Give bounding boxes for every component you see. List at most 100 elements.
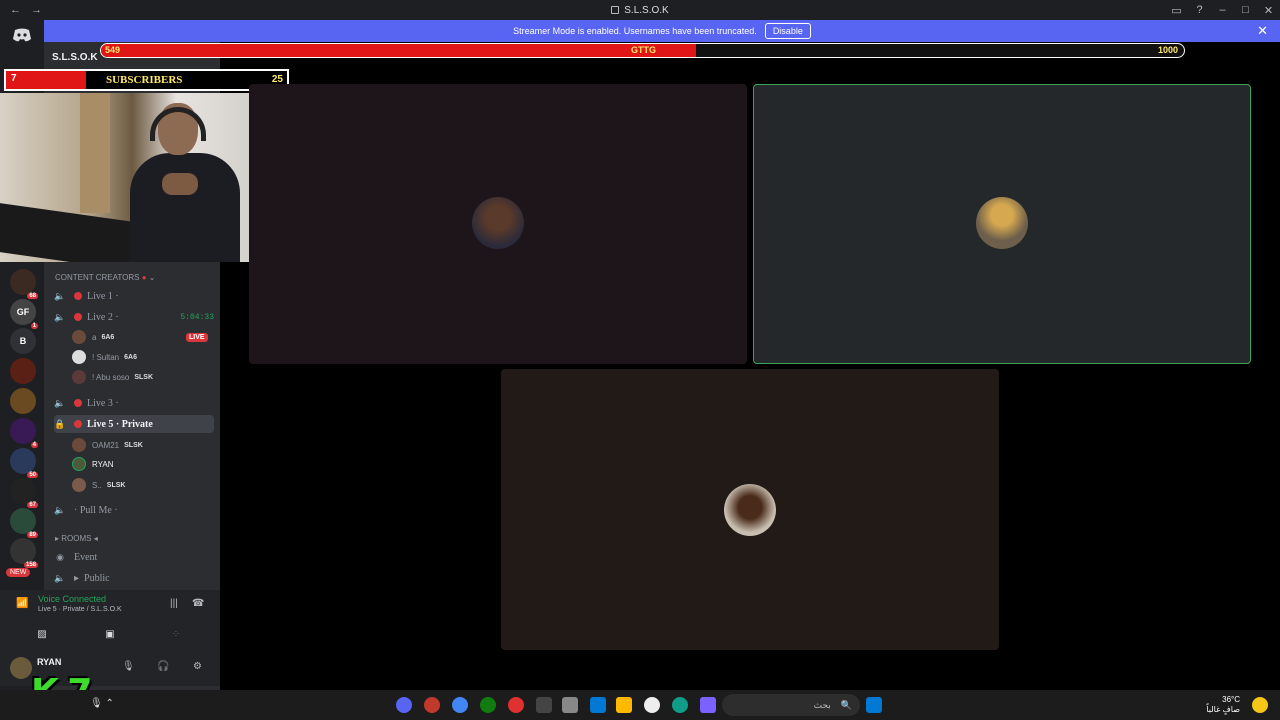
member-tag: 6A6 — [101, 333, 115, 341]
goal-target: 1000 — [1157, 45, 1178, 55]
voice-member[interactable]: ! Abu soso SLSK — [72, 369, 153, 385]
xbox-taskbar-icon[interactable] — [480, 697, 496, 713]
live-dot-icon — [74, 292, 82, 300]
voice-member[interactable]: ! Sultan 6A6 — [72, 349, 137, 365]
voice-member[interactable]: S.. SLSK — [72, 477, 125, 493]
inbox-icon[interactable]: ▭ — [1165, 4, 1188, 17]
background-door — [80, 93, 110, 213]
disable-streamer-mode-button[interactable]: Disable — [764, 23, 811, 39]
voice-channel-live-3[interactable]: 🔈 Live 3 · — [54, 394, 214, 412]
noise-suppression-icon[interactable]: ||| — [170, 598, 178, 609]
avatar — [72, 478, 86, 492]
voice-channel-live-1[interactable]: 🔈 Live 1 · — [54, 287, 214, 305]
user-avatar[interactable] — [10, 657, 32, 679]
streamer-hands — [162, 173, 198, 195]
taskbar-search[interactable]: بحث 🔍 — [722, 694, 860, 716]
voice-channel-live-2[interactable]: 🔈 Live 2 · 5:04:33 — [54, 308, 214, 326]
server-icon-1[interactable]: 68 — [10, 269, 38, 299]
category-rooms[interactable]: ▸ ROOMS ◂ — [55, 534, 98, 543]
chrome-taskbar-icon[interactable] — [452, 697, 468, 713]
server-icon-4[interactable] — [10, 358, 36, 384]
app-taskbar-icon[interactable] — [536, 697, 552, 713]
channel-name: Live 5 · Private — [87, 418, 153, 430]
close-icon[interactable]: ✕ — [1257, 23, 1268, 39]
subscribers-left-value: 7 — [11, 73, 17, 84]
discord-taskbar-icon[interactable] — [396, 697, 412, 713]
activities-button[interactable]: ⁘ — [146, 624, 206, 644]
server-icon-label: GF — [16, 307, 30, 317]
file-explorer-taskbar-icon[interactable] — [616, 697, 632, 713]
close-window-button[interactable]: ✕ — [1257, 4, 1280, 17]
member-tag: SLSK — [124, 441, 143, 449]
channel-name: Live 1 · — [87, 290, 119, 302]
server-icon — [611, 5, 620, 14]
microphone-tray-icon[interactable]: 🎙 ⌃ — [90, 698, 114, 709]
maximize-button[interactable]: □ — [1234, 4, 1257, 16]
voice-channel-pull-me[interactable]: 🔈 · Pull Me · — [54, 501, 214, 519]
voice-channel-live-5[interactable]: 🔒 Live 5 · Private — [54, 415, 214, 433]
settings-gear-icon[interactable]: ⚙ — [193, 661, 202, 672]
goal-current: 549 — [105, 45, 121, 55]
camera-off-button[interactable]: ▨ — [12, 624, 72, 644]
app-taskbar-icon[interactable] — [644, 697, 660, 713]
mail-taskbar-icon[interactable] — [590, 697, 606, 713]
category-content-creators[interactable]: CONTENT CREATORS ● ⌄ — [55, 273, 155, 282]
server-icon-gf[interactable]: GF 1 — [10, 299, 38, 329]
weather-temp: 36°C — [1222, 695, 1240, 704]
voice-tile-1[interactable] — [249, 84, 747, 364]
subscribers-fill — [6, 71, 86, 89]
server-icon-10[interactable]: 158 — [10, 538, 38, 568]
help-icon[interactable]: ? — [1188, 4, 1211, 16]
red-dot-icon: ● — [141, 273, 147, 282]
voice-member[interactable]: a 6A6 LIVE — [72, 329, 208, 345]
avatar — [72, 457, 86, 471]
server-badge: 89 — [27, 532, 38, 538]
server-icon-7[interactable]: 50 — [10, 448, 38, 478]
disconnect-icon[interactable]: ☎ — [192, 598, 204, 609]
minimize-button[interactable]: – — [1211, 4, 1234, 16]
member-name: OAM21 — [92, 440, 120, 450]
voice-tile-2-speaking[interactable] — [753, 84, 1251, 364]
microphone-icon[interactable]: 🎙 — [122, 661, 135, 672]
new-badge: NEW — [6, 568, 31, 577]
headset — [150, 107, 206, 141]
title-bar: ← → S.L.S.O.K ▭ ? – □ ✕ — [0, 0, 1280, 20]
voice-member-self[interactable]: RYAN — [72, 456, 114, 472]
screen-share-button[interactable]: ▣ — [80, 624, 140, 644]
avatar — [72, 350, 86, 364]
server-icon-b[interactable]: B — [10, 328, 36, 354]
server-icon-5[interactable] — [10, 388, 36, 414]
headphones-icon[interactable]: 🎧 — [157, 661, 169, 672]
back-arrow-icon[interactable]: ← — [10, 4, 21, 16]
windows-start-icon[interactable] — [866, 697, 882, 713]
participant-avatar — [724, 484, 776, 536]
obs-taskbar-icon[interactable] — [424, 697, 440, 713]
server-icon-9[interactable]: 89 — [10, 508, 38, 538]
copilot-taskbar-icon[interactable] — [700, 697, 716, 713]
forward-arrow-icon[interactable]: → — [31, 4, 42, 16]
member-tag: SLSK — [134, 373, 154, 381]
server-icon-6[interactable]: 4 — [10, 418, 38, 448]
voice-member[interactable]: OAM21 SLSK — [72, 437, 143, 453]
settings-taskbar-icon[interactable] — [562, 697, 578, 713]
voice-tile-3[interactable] — [501, 369, 999, 650]
category-label: CONTENT CREATORS — [55, 273, 140, 282]
server-icon-8[interactable]: 67 — [10, 478, 38, 508]
discord-logo-icon[interactable] — [12, 27, 32, 43]
user-name[interactable]: RYAN — [37, 657, 61, 667]
chevron-left-icon: ◂ — [93, 534, 98, 543]
streamer-mode-banner: Streamer Mode is enabled. Usernames have… — [44, 20, 1280, 42]
channel-public[interactable]: 🔈 ▸ Public — [54, 569, 214, 587]
app-taskbar-icon[interactable] — [508, 697, 524, 713]
voice-status[interactable]: Voice Connected — [38, 594, 106, 604]
live-badge: LIVE — [186, 332, 208, 342]
streamer-body — [130, 153, 240, 262]
server-header[interactable]: S.L.S.O.K — [52, 52, 98, 63]
edge-taskbar-icon[interactable] — [672, 697, 688, 713]
weather-widget[interactable]: 36°C صافٍ غالباً — [1206, 695, 1240, 715]
avatar — [72, 370, 86, 384]
channel-event[interactable]: ◉ Event — [54, 548, 214, 566]
speaker-icon: 🔈 — [54, 311, 66, 322]
voice-channel-info[interactable]: Live 5 · Private / S.L.S.O.K — [38, 606, 122, 613]
goal-label: GTTG — [631, 45, 656, 55]
